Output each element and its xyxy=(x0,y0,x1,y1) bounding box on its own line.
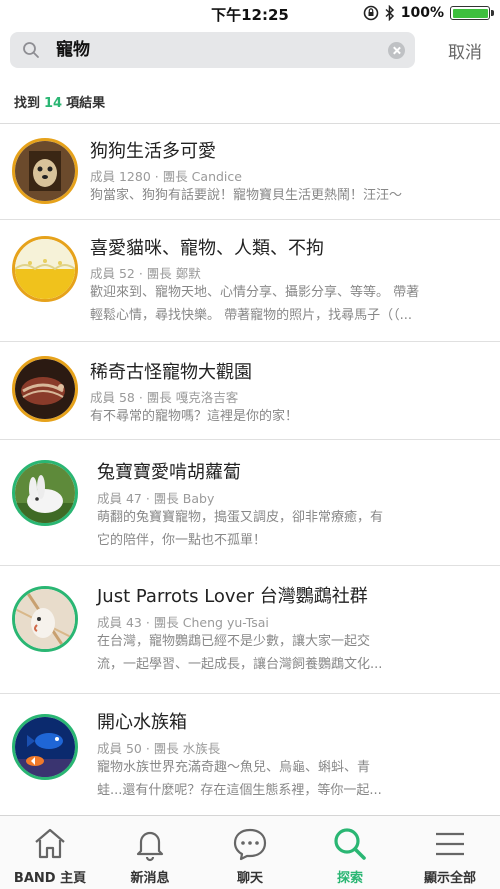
search-input[interactable] xyxy=(56,32,376,68)
search-header: 取消 xyxy=(0,26,500,76)
cancel-button[interactable]: 取消 xyxy=(448,38,482,63)
avatar xyxy=(12,586,78,652)
search-icon xyxy=(23,42,39,58)
group-description: 歡迎來到、寵物天地、心情分享、攝影分享、等等。 帶著 輕鬆心情，尋找快樂。 帶著… xyxy=(90,285,420,323)
search-icon xyxy=(334,828,366,860)
group-description: 有不尋常的寵物嗎？這裡是你的家！ xyxy=(90,409,299,424)
list-item[interactable]: 狗狗生活多可愛 成員 1280 · 團長 Candice 狗當家、狗狗有話要說！… xyxy=(0,124,500,220)
list-item[interactable]: 開心水族箱 成員 50 · 團長 水族長 寵物水族世界充滿奇趣～魚兒、烏龜、蝌蚪… xyxy=(0,694,500,815)
tab-label: 新消息 xyxy=(130,871,170,886)
group-description: 寵物水族世界充滿奇趣～魚兒、烏龜、蝌蚪、青 蛙...還有什麼呢？存在這個生態系裡… xyxy=(97,760,382,798)
bluetooth-icon xyxy=(385,5,394,21)
menu-icon xyxy=(436,832,464,856)
group-list: 狗狗生活多可愛 成員 1280 · 團長 Candice 狗當家、狗狗有話要說！… xyxy=(0,124,500,815)
avatar xyxy=(12,714,78,780)
orientation-lock-icon xyxy=(363,5,379,21)
home-icon xyxy=(35,828,65,859)
list-item[interactable]: Just Parrots Lover 台灣鸚鵡社群 成員 43 · 團長 Che… xyxy=(0,566,500,694)
group-title: Just Parrots Lover 台灣鸚鵡社群 xyxy=(97,586,368,607)
group-meta: 成員 47 · 團長 Baby xyxy=(97,491,215,506)
tab-bar: BAND 主頁 新消息 聊天 探索 顯示全部 xyxy=(0,815,500,889)
tab-explore[interactable]: 探索 xyxy=(300,816,400,889)
group-meta: 成員 1280 · 團長 Candice xyxy=(90,169,242,184)
tab-chat[interactable]: 聊天 xyxy=(200,816,300,889)
group-title: 狗狗生活多可愛 xyxy=(90,141,216,162)
avatar xyxy=(12,460,78,526)
group-meta: 成員 58 · 團長 嘎克洛吉客 xyxy=(90,390,239,405)
tab-label: BAND 主頁 xyxy=(13,871,87,886)
results-summary: 找到 14 項結果 xyxy=(0,76,500,124)
tab-label: 聊天 xyxy=(236,871,263,886)
group-meta: 成員 52 · 團長 鄭默 xyxy=(90,266,201,281)
group-description: 在台灣，寵物鸚鵡已經不是少數，讓大家一起交 流，一起學習、一起成長，讓台灣飼養鸚… xyxy=(97,634,383,672)
avatar xyxy=(12,236,78,302)
status-bar: 下午12:25 100% xyxy=(0,0,500,26)
group-meta: 成員 50 · 團長 水族長 xyxy=(97,741,221,756)
tab-home[interactable]: BAND 主頁 xyxy=(0,816,100,889)
chat-icon xyxy=(233,828,267,861)
avatar xyxy=(12,138,78,204)
battery-percent: 100% xyxy=(400,5,444,21)
list-item[interactable]: 兔寶寶愛啃胡蘿蔔 成員 47 · 團長 Baby 萌翻的兔寶寶寵物，搗蛋又調皮，… xyxy=(0,440,500,566)
group-meta: 成員 43 · 團長 Cheng yu-Tsai xyxy=(97,615,269,630)
group-title: 兔寶寶愛啃胡蘿蔔 xyxy=(97,462,241,483)
results-text: 找到 14 項結果 xyxy=(14,92,105,111)
tab-label: 探索 xyxy=(336,871,363,886)
results-count: 14 xyxy=(44,96,63,111)
tab-show-all[interactable]: 顯示全部 xyxy=(400,816,500,889)
avatar xyxy=(12,356,78,422)
tab-notifications[interactable]: 新消息 xyxy=(100,816,200,889)
battery-icon xyxy=(450,6,494,20)
bell-icon xyxy=(136,831,164,862)
group-description: 狗當家、狗狗有話要說！寵物寶貝生活更熱鬧！汪汪～ xyxy=(90,188,403,203)
search-field[interactable] xyxy=(10,32,415,68)
group-description: 萌翻的兔寶寶寵物，搗蛋又調皮，卻非常療癒，有 它的陪伴，你一點也不孤單！ xyxy=(97,510,384,548)
list-item[interactable]: 稀奇古怪寵物大觀園 成員 58 · 團長 嘎克洛吉客 有不尋常的寵物嗎？這裡是你… xyxy=(0,342,500,440)
tab-label: 顯示全部 xyxy=(423,871,476,886)
clear-icon[interactable] xyxy=(388,42,405,59)
group-title: 喜愛貓咪、寵物、人類、不拘 xyxy=(90,238,324,259)
list-item[interactable]: 喜愛貓咪、寵物、人類、不拘 成員 52 · 團長 鄭默 歡迎來到、寵物天地、心情… xyxy=(0,220,500,342)
group-title: 稀奇古怪寵物大觀園 xyxy=(90,362,252,383)
results-suffix: 項結果 xyxy=(66,96,106,111)
status-indicators: 100% xyxy=(363,4,494,22)
results-prefix: 找到 xyxy=(14,96,41,111)
group-title: 開心水族箱 xyxy=(97,712,187,733)
